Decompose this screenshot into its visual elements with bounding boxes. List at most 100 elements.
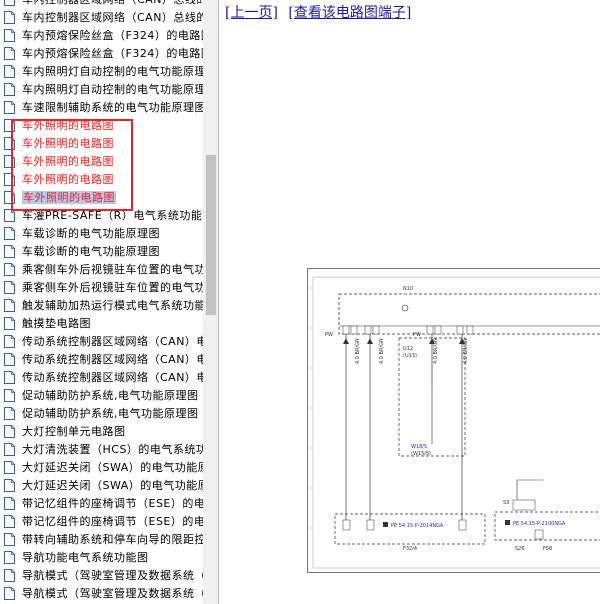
s26-label: S26 — [515, 546, 525, 552]
tree-item[interactable]: 大灯控制单元电路图 — [0, 423, 203, 441]
tree-item[interactable]: 车内预熔保险丝盒（F324）的电路图 — [0, 45, 203, 63]
view-terminal-link[interactable]: [查看该电路图端子] — [288, 5, 411, 21]
document-icon — [4, 587, 15, 600]
viewer-nav-links: [上一页] [查看该电路图端子] — [225, 2, 411, 22]
document-icon — [4, 281, 15, 294]
tree-item[interactable]: 带转向辅助系统和停车向导的限距控制 — [0, 531, 203, 549]
tree-item[interactable]: 带记忆组件的座椅调节（ESE）的电气 — [0, 495, 203, 513]
tree-item[interactable]: 车载诊断的电气功能原理图 — [0, 243, 203, 261]
tree-item-label: 导航模式（驾驶室管理及数据系统（C — [22, 587, 203, 600]
ref-pe-2100: PE 54.15-P-2100NGA — [513, 521, 566, 527]
document-icon — [4, 101, 15, 114]
document-icon — [4, 65, 15, 78]
tree-item-label: 传动系统控制器区域网络（CAN）电 — [22, 335, 203, 348]
document-icon — [4, 0, 15, 6]
document-icon — [4, 425, 15, 438]
document-icon — [4, 569, 15, 582]
circuit-diagram: N10 PW PW 4.0 BR/GN 4.0 BR/GN 4.0 BR/GN … — [307, 268, 600, 573]
tree-item-label: 车载诊断的电气功能原理图 — [22, 227, 160, 240]
document-icon — [4, 515, 15, 528]
tree-item[interactable]: 传动系统控制器区域网络（CAN）电 — [0, 351, 203, 369]
wire-label-1: 4.0 BR/GN — [355, 338, 361, 364]
document-icon — [4, 335, 15, 348]
document-icon — [4, 83, 15, 96]
tree-item[interactable]: 大灯清洗装置（HCS）的电气系统功 — [0, 441, 203, 459]
tree-item[interactable]: 促动辅助防护系统,电气功能原理图 — [0, 387, 203, 405]
document-icon — [4, 317, 15, 330]
tree-item-label: 车内控制器区域网络（CAN）总线的 — [22, 0, 203, 6]
pw-label-mid: PW — [413, 332, 421, 338]
tree-item-label: 车载诊断的电气功能原理图 — [22, 245, 160, 258]
tree-item[interactable]: 乘客侧车外后视镜驻车位置的电气功 — [0, 261, 203, 279]
document-icon — [4, 299, 15, 312]
document-viewer: [上一页] [查看该电路图端子] N10 PW PW 4.0 BR/GN 4.0… — [219, 0, 600, 604]
tree-item-label: 传动系统控制器区域网络（CAN）电 — [22, 353, 203, 366]
tree-item-label: 车内预熔保险丝盒（F324）的电路图 — [22, 47, 203, 60]
tree-item[interactable]: 促动辅助防护系统,电气功能原理图 — [0, 405, 203, 423]
tree-item[interactable]: 大灯延迟关闭（SWA）的电气功能原 — [0, 477, 203, 495]
tree-item-label: 大灯控制单元电路图 — [22, 425, 126, 438]
n10-label: N10 — [403, 286, 413, 292]
wire-label-4: 4.0 BR/GN — [463, 338, 469, 364]
document-tree-list: 车内控制器区域网络（CAN）总线的车内控制器区域网络（CAN）总线的车内预熔保险… — [0, 0, 203, 603]
tree-item[interactable]: 车内控制器区域网络（CAN）总线的 — [0, 9, 203, 27]
tree-vertical-scrollbar[interactable] — [203, 0, 218, 604]
tree-item[interactable]: 车内控制器区域网络（CAN）总线的 — [0, 0, 203, 9]
tree-item-label: 带记忆组件的座椅调节（ESE）的电气 — [22, 497, 203, 510]
document-icon — [4, 227, 15, 240]
tree-item[interactable]: 车内照明灯自动控制的电气功能原理图 — [0, 81, 203, 99]
document-icon — [4, 353, 15, 366]
tree-item[interactable]: 车内照明灯自动控制的电气功能原理图 — [0, 63, 203, 81]
tree-item-label: 车内预熔保险丝盒（F324）的电路图 — [22, 29, 203, 42]
tree-item-label: 大灯延迟关闭（SWA）的电气功能原 — [22, 479, 203, 492]
tree-item-label: 导航模式（驾驶室管理及数据系统（C — [22, 569, 203, 582]
tree-item[interactable]: 车内预熔保险丝盒（F324）的电路图 — [0, 27, 203, 45]
tree-item[interactable]: 车速限制辅助系统的电气功能原理图 — [0, 99, 203, 117]
tree-item-label: 导航功能电气系统功能图 — [22, 551, 149, 564]
u12-label: U12 — [403, 346, 413, 352]
tree-item[interactable]: 触发辅助加热运行模式电气系统功能图 — [0, 297, 203, 315]
tree-item[interactable]: 带记忆组件的座椅调节（ESE）的电气 — [0, 513, 203, 531]
ref-pe-2014: PE 54.15-P-2014NGA — [391, 523, 444, 529]
document-icon — [4, 443, 15, 456]
f58-label: F58 — [543, 546, 552, 552]
tree-item-label: 车速限制辅助系统的电气功能原理图 — [22, 101, 203, 114]
u13-label: (U13) — [403, 353, 417, 359]
tree-item[interactable]: 导航模式（驾驶室管理及数据系统（C — [0, 567, 203, 585]
tree-item[interactable]: 乘客侧车外后视镜驻车位置的电气功 — [0, 279, 203, 297]
document-icon — [4, 497, 15, 510]
tree-item[interactable]: 大灯延迟关闭（SWA）的电气功能原 — [0, 459, 203, 477]
s3-label: S3 — [503, 500, 509, 506]
tree-item-label: 触发辅助加热运行模式电气系统功能图 — [22, 299, 203, 312]
document-icon — [4, 263, 15, 276]
tree-item-label: 乘客侧车外后视镜驻车位置的电气功 — [22, 263, 203, 276]
tree-item-label: 促动辅助防护系统,电气功能原理图 — [22, 389, 199, 402]
tree-item-label: 大灯清洗装置（HCS）的电气系统功 — [22, 443, 203, 456]
tree-item[interactable]: 导航模式（驾驶室管理及数据系统（C — [0, 585, 203, 603]
pw-label-left: PW — [325, 332, 333, 338]
document-tree-panel: 车内控制器区域网络（CAN）总线的车内控制器区域网络（CAN）总线的车内预熔保险… — [0, 0, 219, 604]
scrollbar-thumb[interactable] — [206, 155, 216, 315]
f32-4-label: F32/4 — [403, 546, 417, 552]
tree-item-label: 大灯延迟关闭（SWA）的电气功能原 — [22, 461, 203, 474]
tree-item-label: 乘客侧车外后视镜驻车位置的电气功 — [22, 281, 203, 294]
tree-item[interactable]: 触摸垫电路图 — [0, 315, 203, 333]
tree-item-label: 促动辅助防护系统,电气功能原理图 — [22, 407, 199, 420]
tree-item[interactable]: 车载诊断的电气功能原理图 — [0, 225, 203, 243]
tree-item[interactable]: 导航功能电气系统功能图 — [0, 549, 203, 567]
tree-item-label: 传动系统控制器区域网络（CAN）电 — [22, 371, 203, 384]
prev-page-link[interactable]: [上一页] — [225, 5, 278, 21]
tree-item[interactable]: 传动系统控制器区域网络（CAN）电 — [0, 333, 203, 351]
document-icon — [4, 407, 15, 420]
document-icon — [4, 479, 15, 492]
wire-label-3: 4.0 BR/GN — [433, 338, 439, 364]
document-icon — [4, 245, 15, 258]
wire-label-2: 4.0 BR/GN — [379, 338, 385, 364]
document-icon — [4, 551, 15, 564]
tree-item-label: 触摸垫电路图 — [22, 317, 91, 330]
document-icon — [4, 11, 15, 24]
tree-item[interactable]: 传动系统控制器区域网络（CAN）电 — [0, 369, 203, 387]
document-icon — [4, 371, 15, 384]
document-icon — [4, 389, 15, 402]
tree-item-label: 车内照明灯自动控制的电气功能原理图 — [22, 83, 203, 96]
